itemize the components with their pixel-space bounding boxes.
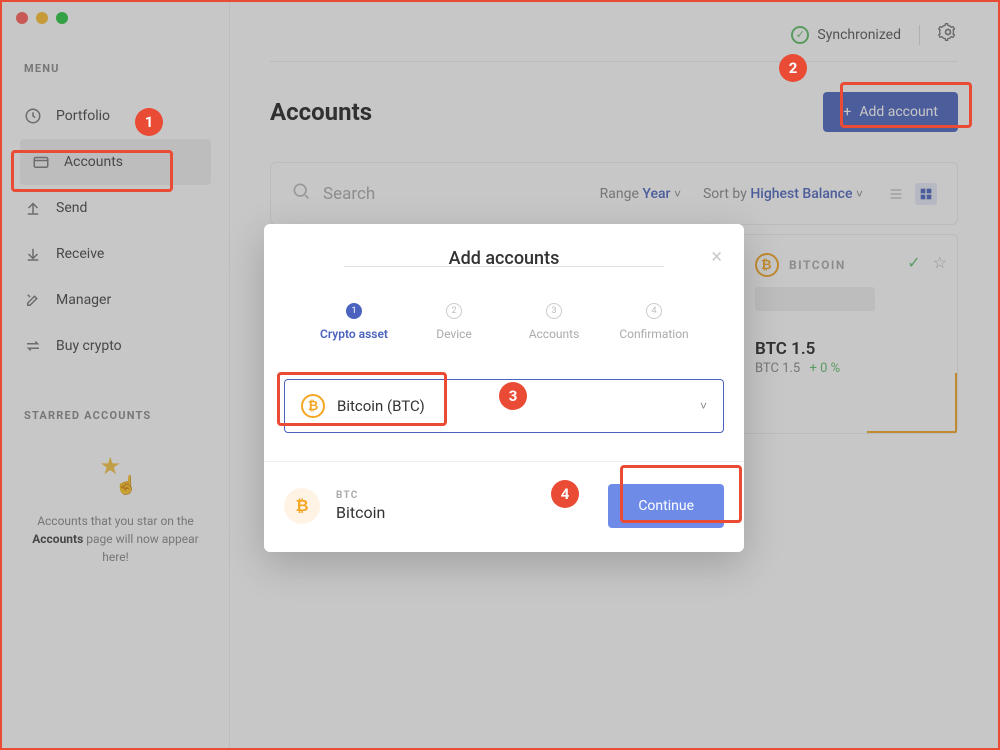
grid-view-icon[interactable]	[915, 183, 937, 205]
step-device: 2 Device	[404, 303, 504, 341]
balance-main: BTC 1.5	[755, 339, 941, 359]
step-accounts: 3 Accounts	[504, 303, 604, 341]
gear-icon[interactable]	[938, 22, 958, 47]
sidebar-item-portfolio[interactable]: Portfolio	[2, 93, 229, 139]
callout-box-1	[11, 150, 173, 192]
step-label: Confirmation	[619, 327, 688, 341]
search-icon	[291, 181, 311, 206]
window-traffic-lights	[16, 12, 68, 24]
sidebar-item-label: Manager	[56, 292, 111, 308]
bitcoin-icon: ₿	[755, 253, 779, 277]
bitcoin-icon: ₿	[284, 488, 320, 524]
check-circle-icon: ✓	[791, 26, 809, 44]
hint-bold: Accounts	[32, 532, 83, 546]
callout-badge-3: 3	[499, 382, 527, 410]
page-title: Accounts	[270, 98, 372, 126]
step-label: Device	[436, 327, 472, 341]
step-circle: 4	[646, 303, 662, 319]
search-filter-bar: Search Range Year ˅ Sort by Highest Bala…	[270, 162, 958, 225]
view-toggle	[885, 183, 937, 205]
sparkline-chart	[867, 373, 957, 433]
coin-ticker-label: BITCOIN	[789, 258, 846, 272]
step-circle: 1	[346, 303, 362, 319]
filter-controls: Range Year ˅ Sort by Highest Balance ˅	[600, 183, 937, 205]
coin-ticker: BTC	[336, 490, 385, 501]
list-view-icon[interactable]	[885, 183, 907, 205]
sidebar-item-label: Receive	[56, 246, 104, 262]
bitcoin-account-card[interactable]: ₿ BITCOIN ✓ ☆ BTC 1.5 BTC 1.5 + 0 %	[738, 234, 958, 434]
callout-box-3	[277, 372, 447, 426]
sidebar-item-receive[interactable]: Receive	[2, 231, 229, 277]
callout-badge-2: 2	[779, 54, 807, 82]
sync-label: Synchronized	[817, 27, 901, 43]
step-circle: 3	[546, 303, 562, 319]
card-actions: ✓ ☆	[907, 253, 947, 272]
traffic-close[interactable]	[16, 12, 28, 24]
balances: BTC 1.5 BTC 1.5 + 0 %	[755, 339, 941, 376]
step-confirmation: 4 Confirmation	[604, 303, 704, 341]
callout-badge-4: 4	[551, 480, 579, 508]
balance-sub-value: BTC 1.5	[755, 361, 800, 376]
coin-name: Bitcoin	[336, 503, 385, 522]
sync-status: ✓ Synchronized	[791, 26, 901, 44]
range-value: Year	[642, 186, 670, 202]
starred-accounts-section: STARRED ACCOUNTS ★ ☝ Accounts that you s…	[2, 369, 229, 566]
sidebar-item-label: Send	[56, 200, 87, 216]
upload-icon	[24, 199, 42, 217]
sort-value: Highest Balance	[750, 186, 852, 202]
hand-pointer-icon: ☝	[115, 475, 137, 496]
account-name-placeholder	[755, 287, 875, 311]
callout-box-4	[620, 465, 742, 523]
starred-section-label: STARRED ACCOUNTS	[24, 409, 207, 422]
close-icon[interactable]: ×	[711, 244, 722, 268]
download-icon	[24, 245, 42, 263]
sort-filter[interactable]: Sort by Highest Balance ˅	[703, 186, 863, 202]
search-input[interactable]: Search	[291, 181, 580, 206]
traffic-minimize[interactable]	[36, 12, 48, 24]
step-label: Accounts	[529, 327, 580, 341]
step-circle: 2	[446, 303, 462, 319]
chevron-down-icon: ˅	[674, 187, 681, 201]
sidebar-item-buy-crypto[interactable]: Buy crypto	[2, 323, 229, 369]
step-crypto-asset: 1 Crypto asset	[304, 303, 404, 341]
chevron-down-icon: ˅	[856, 187, 863, 201]
menu-section-label: MENU	[2, 62, 229, 93]
sort-label: Sort by	[703, 186, 747, 202]
sidebar-item-label: Portfolio	[56, 108, 110, 124]
star-hand-illustration: ★ ☝	[94, 452, 138, 496]
balance-pct: + 0 %	[809, 361, 840, 376]
traffic-zoom[interactable]	[56, 12, 68, 24]
topbar: ✓ Synchronized	[270, 22, 958, 62]
check-icon: ✓	[907, 253, 920, 272]
hint-post: page will now appear here!	[83, 532, 199, 564]
stepper-line	[344, 266, 664, 267]
swap-icon	[24, 337, 42, 355]
sidebar-item-manager[interactable]: Manager	[2, 277, 229, 323]
search-placeholder: Search	[323, 184, 375, 204]
nav: Portfolio Accounts Send Receive	[2, 93, 229, 369]
coin-meta: BTC Bitcoin	[336, 490, 385, 522]
callout-badge-1: 1	[135, 108, 163, 136]
step-label: Crypto asset	[320, 327, 388, 341]
tools-icon	[24, 291, 42, 309]
star-outline-icon[interactable]: ☆	[933, 253, 947, 272]
chevron-down-icon: ˅	[700, 399, 707, 413]
sidebar-item-label: Buy crypto	[56, 338, 122, 354]
starred-hint-text: Accounts that you star on the Accounts p…	[24, 512, 207, 566]
range-label: Range	[600, 186, 639, 202]
hint-pre: Accounts that you star on the	[37, 514, 194, 528]
range-filter[interactable]: Range Year ˅	[600, 186, 681, 202]
sidebar: MENU Portfolio Accounts Send	[2, 2, 230, 748]
divider	[919, 25, 920, 45]
callout-box-2	[840, 82, 972, 128]
clock-icon	[24, 107, 42, 125]
stepper: 1 Crypto asset 2 Device 3 Accounts 4 Con…	[264, 269, 744, 359]
